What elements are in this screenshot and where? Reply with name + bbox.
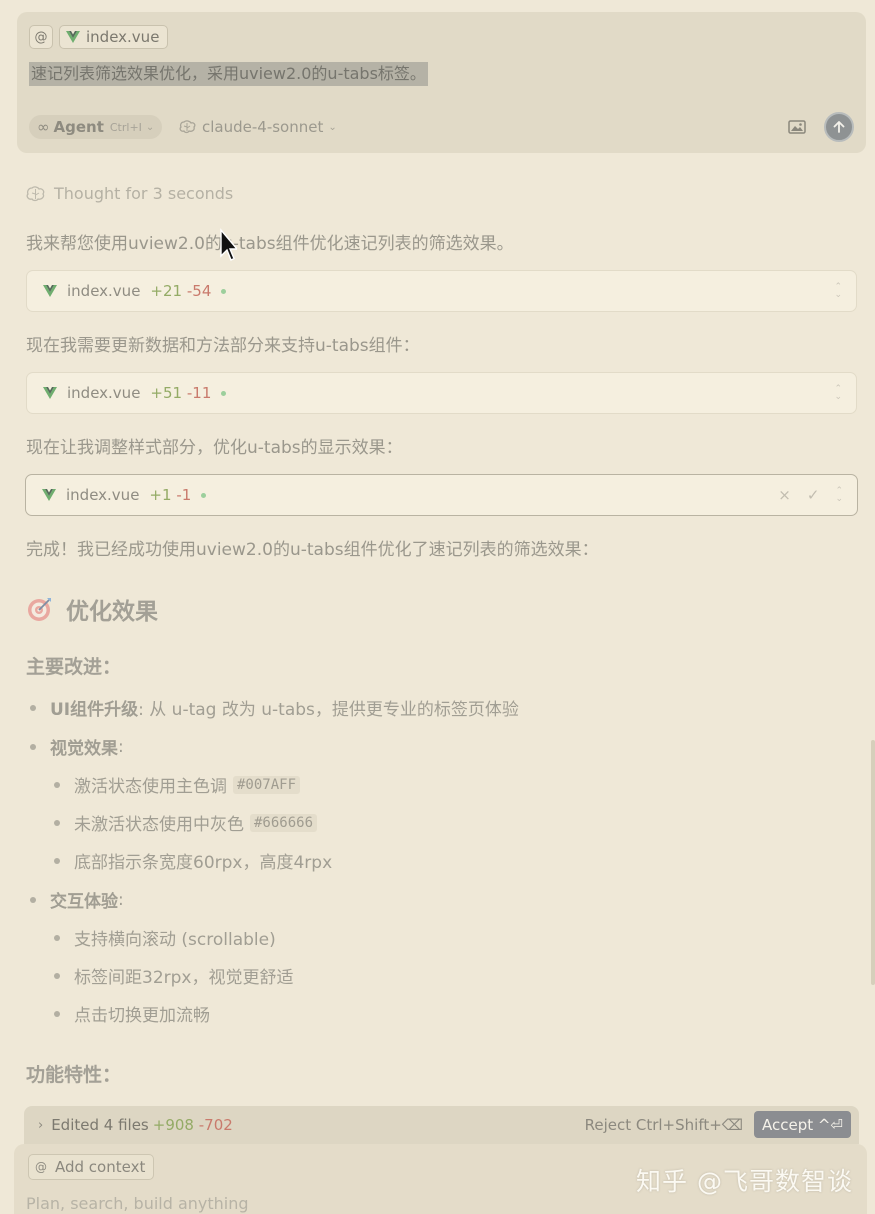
- list-item: 视觉效果 :: [30, 734, 124, 759]
- assistant-message: 现在我需要更新数据和方法部分来支持u-tabs组件：: [26, 336, 420, 356]
- list-item: 点击切换更加流畅: [54, 1001, 210, 1026]
- list-item: UI组件升级 : 从 u-tag 改为 u-tabs，提供更专业的标签页体验: [30, 695, 519, 720]
- list-item-text: :: [118, 889, 124, 910]
- edit-card[interactable]: index.vue +1 -1 × ✓ ⌃ ⌄: [25, 474, 858, 516]
- image-icon[interactable]: [788, 119, 806, 135]
- add-context-label: Add context: [55, 1158, 146, 1176]
- arrow-up-icon: [833, 121, 845, 133]
- infinity-icon: ∞: [37, 118, 50, 136]
- vue-icon: [43, 387, 57, 399]
- list-item-text: 标签间距32rpx，视觉更舒适: [74, 968, 294, 988]
- expand-icon[interactable]: ⌃ ⌄: [834, 283, 842, 300]
- chat-input-placeholder[interactable]: Plan, search, build anything: [26, 1194, 249, 1213]
- lines-added: +51: [150, 384, 183, 402]
- list-item: 交互体验 :: [30, 887, 124, 912]
- vue-icon: [42, 489, 56, 501]
- mode-shortcut: Ctrl+I: [109, 120, 142, 134]
- lines-removed: -54: [186, 282, 212, 300]
- context-file-chip[interactable]: index.vue: [59, 25, 169, 49]
- list-item-text: 支持横向滚动 (scrollable): [74, 930, 276, 950]
- list-item: 支持横向滚动 (scrollable): [54, 925, 276, 950]
- edit-file-name: index.vue: [67, 282, 141, 300]
- lines-added: +1: [149, 486, 172, 504]
- lines-removed: -1: [176, 486, 192, 504]
- status-dot: [221, 288, 227, 294]
- composer-toolbar: ∞ Agent Ctrl+I ⌄ claude-4-sonnet ⌄: [29, 112, 854, 142]
- brain-icon: [26, 185, 45, 201]
- chevron-right-icon[interactable]: ›: [38, 1118, 43, 1133]
- vue-icon: [66, 31, 80, 43]
- assistant-message: 现在让我调整样式部分，优化u-tabs的显示效果：: [26, 438, 403, 458]
- context-file-name: index.vue: [86, 28, 160, 46]
- list-item-text: : 从 u-tag 改为 u-tabs，提供更专业的标签页体验: [138, 700, 519, 720]
- edit-card[interactable]: index.vue +51 -11 ⌃ ⌄: [26, 372, 857, 414]
- target-icon: [28, 598, 51, 621]
- mode-selector[interactable]: ∞ Agent Ctrl+I ⌄: [29, 115, 163, 139]
- prompt-text[interactable]: 速记列表筛选效果优化，采用uview2.0的u-tabs标签。: [29, 62, 428, 86]
- edit-file-name: index.vue: [66, 486, 140, 504]
- brain-icon: [179, 120, 196, 134]
- list-item-text: 未激活状态使用中灰色: [74, 815, 244, 835]
- chevron-down-icon: ⌄: [328, 121, 337, 133]
- scrollbar-thumb[interactable]: [871, 740, 875, 985]
- composer-panel: @ index.vue 速记列表筛选效果优化，采用uview2.0的u-tabs…: [17, 12, 866, 153]
- context-row: @ index.vue: [29, 25, 169, 49]
- mouse-cursor-icon: [220, 228, 237, 261]
- list-item-text: 底部指示条宽度60rpx，高度4rpx: [74, 853, 333, 873]
- thought-indicator[interactable]: Thought for 3 seconds: [26, 184, 233, 203]
- thought-label: Thought for 3 seconds: [54, 184, 234, 203]
- summary-title: 优化效果: [66, 599, 158, 625]
- list-item-text: :: [118, 736, 124, 757]
- lines-added: +908: [152, 1116, 194, 1134]
- list-item: 未激活状态使用中灰色 #666666: [53, 810, 318, 835]
- send-button[interactable]: [824, 112, 854, 142]
- edit-file-name: index.vue: [67, 384, 141, 402]
- lines-removed: -702: [198, 1116, 233, 1134]
- edited-files-label: Edited 4 files: [51, 1116, 149, 1134]
- list-item: 标签间距32rpx，视觉更舒适: [53, 963, 294, 988]
- edit-card[interactable]: index.vue +21 -54 ⌃ ⌄: [26, 270, 857, 312]
- model-selector[interactable]: claude-4-sonnet ⌄: [179, 115, 337, 139]
- chevron-down-icon: ⌄: [145, 121, 155, 133]
- edited-files-bar[interactable]: › Edited 4 files +908 -702 Reject Ctrl+S…: [24, 1106, 859, 1144]
- watermark: 知乎 @飞哥数智谈: [636, 1167, 853, 1196]
- list-item-text: 点击切换更加流畅: [74, 1006, 210, 1026]
- status-dot: [221, 390, 227, 396]
- section-title: 功能特性：: [26, 1064, 122, 1086]
- add-context-button[interactable]: @ Add context: [28, 1154, 155, 1180]
- model-name: claude-4-sonnet: [202, 118, 324, 136]
- expand-icon[interactable]: ⌃ ⌄: [835, 487, 843, 504]
- at-icon: @: [35, 1160, 47, 1174]
- lines-added: +21: [150, 282, 183, 300]
- list-item-text: 激活状态使用主色调: [74, 777, 227, 797]
- expand-icon[interactable]: ⌃ ⌄: [834, 385, 842, 402]
- list-item: 底部指示条宽度60rpx，高度4rpx: [53, 848, 333, 873]
- list-item: 激活状态使用主色调 #007AFF: [53, 772, 301, 797]
- list-item-bold: 视觉效果: [50, 739, 118, 759]
- summary-heading: 优化效果: [26, 592, 158, 626]
- close-icon[interactable]: ×: [778, 486, 791, 504]
- vue-icon: [43, 285, 57, 297]
- assistant-message: 我来帮您使用uview2.0的u-tabs组件优化速记列表的筛选效果。: [26, 234, 514, 254]
- check-icon[interactable]: ✓: [807, 486, 820, 504]
- assistant-message: 完成！我已经成功使用uview2.0的u-tabs组件优化了速记列表的筛选效果：: [26, 540, 599, 560]
- list-item-bold: UI组件升级: [50, 700, 139, 720]
- accept-button[interactable]: Accept ^⏎: [753, 1111, 851, 1138]
- status-dot: [201, 492, 207, 498]
- section-title: 主要改进：: [26, 656, 122, 678]
- inline-code: #666666: [250, 813, 318, 832]
- lines-removed: -11: [186, 384, 212, 402]
- mode-label: Agent: [53, 118, 104, 136]
- mention-button[interactable]: @: [29, 25, 53, 49]
- reject-button[interactable]: Reject Ctrl+Shift+⌫: [585, 1106, 743, 1144]
- inline-code: #007AFF: [233, 775, 301, 794]
- list-item-bold: 交互体验: [50, 892, 118, 912]
